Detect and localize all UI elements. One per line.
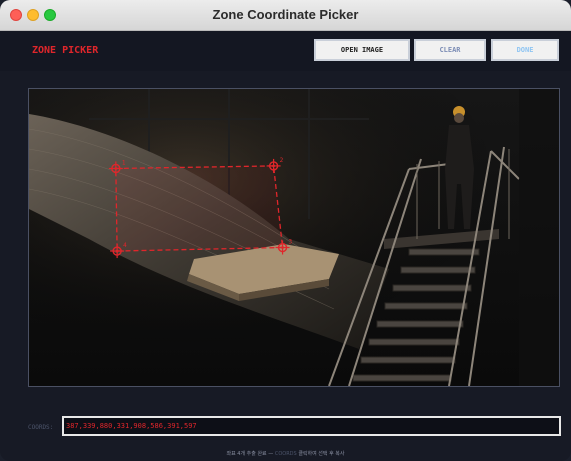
zone-polygon xyxy=(115,165,284,252)
app-window: Zone Coordinate Picker ZONE PICKER OPEN … xyxy=(0,0,571,461)
clear-button[interactable]: CLEAR xyxy=(414,39,486,61)
status-separator: — xyxy=(268,451,274,457)
zone-point-label: 4 xyxy=(123,242,127,249)
window-title: Zone Coordinate Picker xyxy=(212,7,359,22)
status-hint: 클릭하여 선택 후 복사 xyxy=(298,451,345,457)
zone-point-label: 2 xyxy=(280,157,284,164)
zone-point-dot xyxy=(272,164,275,168)
zone-point-label: 3 xyxy=(289,239,293,246)
coords-field[interactable] xyxy=(62,416,561,436)
zone-point-label: 1 xyxy=(122,159,126,166)
app-name: ZONE PICKER xyxy=(32,45,99,56)
zone-point-dot xyxy=(281,246,284,249)
image-canvas[interactable]: 1 2 3 4 xyxy=(28,88,560,387)
status-message: 좌표 4개 추출 완료 xyxy=(226,451,267,457)
zone-overlay[interactable]: 1 2 3 4 xyxy=(29,89,559,386)
coords-row: COORDS: xyxy=(0,413,571,439)
coords-label: COORDS: xyxy=(28,424,54,431)
zone-point-dot xyxy=(115,249,119,253)
status-bar: 좌표 4개 추출 완료 — COORDS 클릭하여 선택 후 복사 xyxy=(0,450,571,457)
done-button[interactable]: DONE xyxy=(491,39,559,61)
open-image-button[interactable]: OPEN IMAGE xyxy=(314,39,410,61)
toolbar: ZONE PICKER OPEN IMAGE CLEAR DONE xyxy=(0,31,571,71)
zone-point-dot xyxy=(114,167,118,170)
title-bar: Zone Coordinate Picker xyxy=(0,0,571,31)
status-key: COORDS xyxy=(274,451,297,457)
